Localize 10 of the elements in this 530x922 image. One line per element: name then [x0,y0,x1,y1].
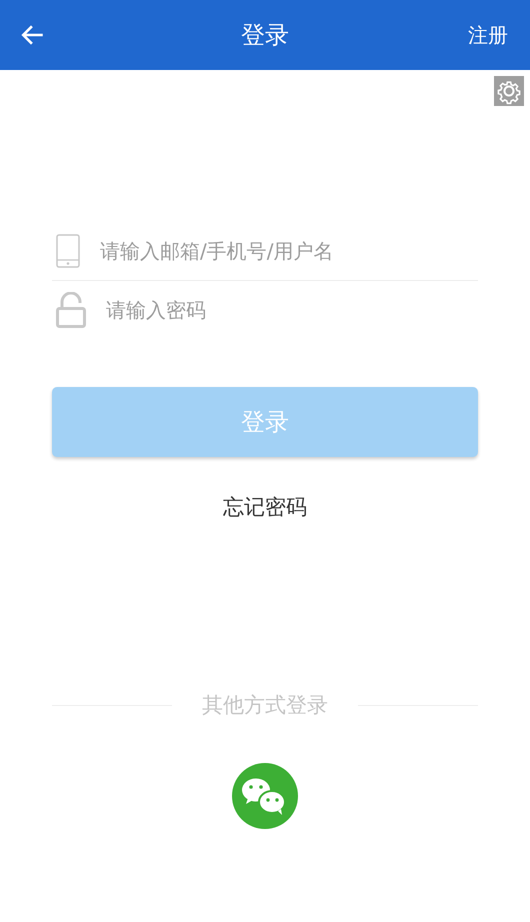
register-link[interactable]: 注册 [468,22,508,48]
other-login-label: 其他方式登录 [202,692,328,719]
phone-icon [56,234,80,268]
padlock-icon [56,292,86,328]
chat-bubbles-icon[interactable] [232,763,298,829]
input-field[interactable]: 请输入邮箱/手机号/用户名 [100,235,478,267]
forgot-password-link[interactable]: 忘记密码 [223,493,307,521]
settings-icon[interactable] [494,76,524,106]
page-title: 登录 [241,20,289,51]
input-field[interactable]: 请输入密码 [106,294,478,326]
